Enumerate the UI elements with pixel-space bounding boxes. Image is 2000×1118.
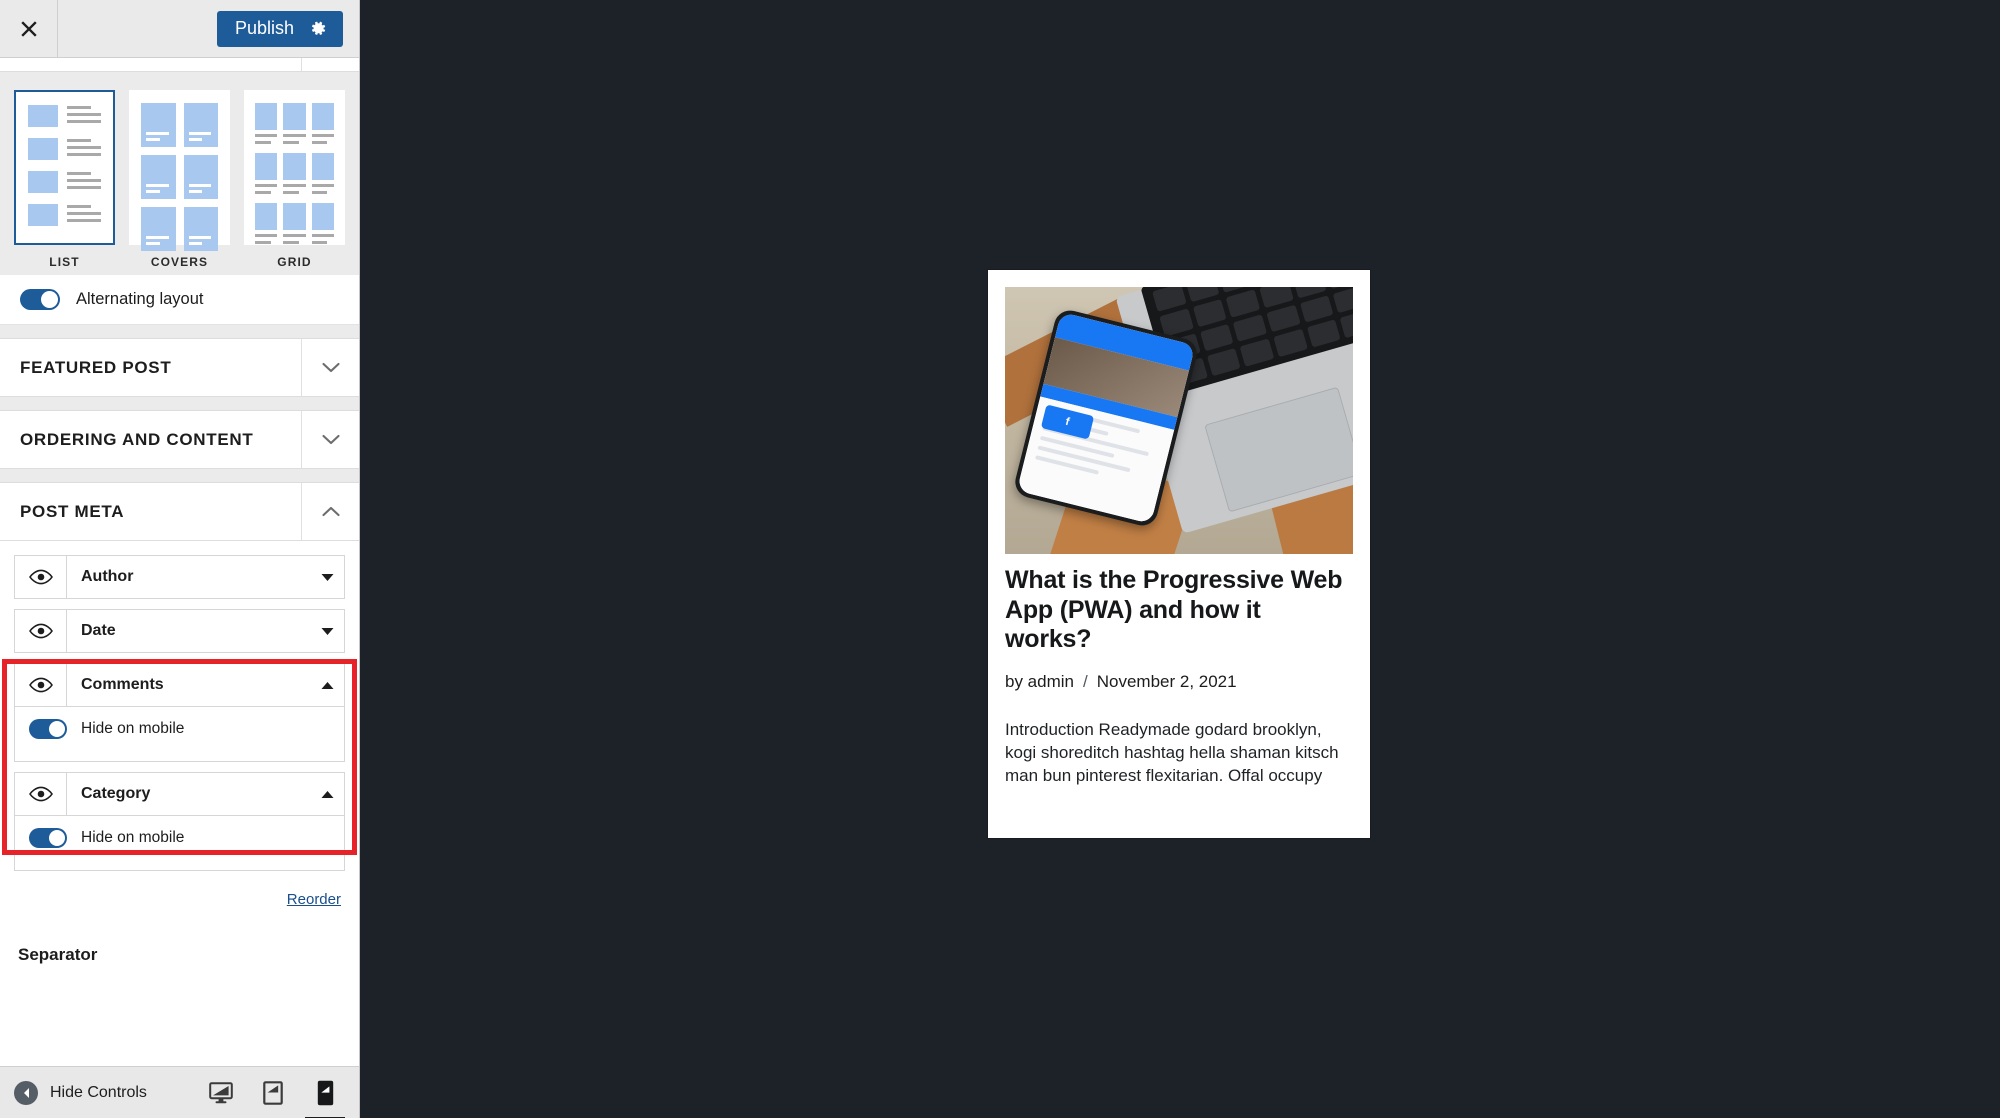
publish-label: Publish xyxy=(234,18,294,38)
list-mock xyxy=(24,100,105,231)
triangle-down-icon[interactable] xyxy=(310,610,344,652)
byline-separator: / xyxy=(1082,671,1088,691)
alternating-layout-row[interactable]: Alternating layout xyxy=(0,275,359,325)
comments-hide-on-mobile-label: Hide on mobile xyxy=(81,720,185,737)
post-meta-item-date[interactable]: Date xyxy=(14,609,345,653)
alternating-layout-toggle[interactable] xyxy=(20,289,60,310)
preview-post-title[interactable]: What is the Progressive Web App (PWA) an… xyxy=(1005,566,1353,655)
phone-laptop-photo: f xyxy=(1005,287,1353,554)
triangle-up-icon[interactable] xyxy=(310,773,344,815)
layout-option-grid[interactable]: GRID xyxy=(244,90,345,269)
post-meta-item-comments[interactable]: Comments Hide on mobile xyxy=(14,663,345,762)
section-featured-post-title: FEATURED POST xyxy=(20,357,172,377)
blog-layout-picker: LIST COVERS GRID xyxy=(0,72,359,275)
hide-controls-label: Hide Controls xyxy=(50,1083,147,1101)
eye-icon[interactable] xyxy=(15,610,67,652)
preview-post-byline: by admin / November 2, 2021 xyxy=(1005,672,1353,692)
comments-hide-on-mobile-row[interactable]: Hide on mobile xyxy=(15,706,344,761)
eye-icon[interactable] xyxy=(15,556,67,598)
layout-thumb-grid xyxy=(244,90,345,245)
post-meta-item-author[interactable]: Author xyxy=(14,555,345,599)
eye-icon[interactable] xyxy=(15,773,67,815)
section-gap xyxy=(0,325,359,339)
triangle-up-icon[interactable] xyxy=(310,664,344,706)
customizer-screen: Publish BLOG LAYOUT xyxy=(0,0,2000,1118)
section-post-meta[interactable]: POST META xyxy=(0,483,359,541)
reorder-row: Reorder xyxy=(0,881,359,915)
section-post-meta-title: POST META xyxy=(20,501,125,521)
section-ordering-and-content-title: ORDERING AND CONTENT xyxy=(20,429,254,449)
post-meta-item-category-label: Category xyxy=(81,785,151,802)
grid-mock xyxy=(254,100,335,247)
layout-thumb-list xyxy=(14,90,115,245)
preview-post-card: f What is the Progressive Web App (PWA) … xyxy=(988,287,1370,787)
category-hide-on-mobile-label: Hide on mobile xyxy=(81,829,185,846)
mobile-preview-frame: f What is the Progressive Web App (PWA) … xyxy=(988,270,1370,838)
mobile-icon[interactable] xyxy=(305,1078,345,1118)
comments-hide-on-mobile-toggle[interactable] xyxy=(29,719,67,739)
close-customizer-button[interactable] xyxy=(0,0,58,57)
blog-layout-section-header[interactable]: BLOG LAYOUT xyxy=(0,58,359,72)
preview-post-image: f xyxy=(1005,287,1353,554)
section-gap xyxy=(0,397,359,411)
triangle-down-icon[interactable] xyxy=(310,556,344,598)
chevron-up-icon xyxy=(301,58,359,71)
preview-post-author[interactable]: by admin xyxy=(1005,672,1074,692)
post-meta-item-comments-label: Comments xyxy=(81,676,164,693)
post-meta-item-date-label: Date xyxy=(81,622,116,639)
chevron-down-icon[interactable] xyxy=(301,411,359,468)
covers-mock xyxy=(139,100,220,254)
post-meta-list: Author Date Comments Hide on mobile Cate… xyxy=(0,541,359,871)
preview-post-text: What is the Progressive Web App (PWA) an… xyxy=(988,554,1370,787)
chevron-up-icon[interactable] xyxy=(301,483,359,540)
gear-icon[interactable] xyxy=(310,20,327,37)
publish-button[interactable]: Publish xyxy=(216,10,343,47)
publish-area: Publish xyxy=(216,0,359,57)
layout-thumb-covers xyxy=(129,90,230,251)
header-spacer xyxy=(58,0,217,57)
section-featured-post[interactable]: FEATURED POST xyxy=(0,339,359,397)
layout-option-list-label: LIST xyxy=(49,255,80,269)
category-hide-on-mobile-toggle[interactable] xyxy=(29,828,67,848)
tablet-icon[interactable] xyxy=(260,1078,286,1108)
post-meta-item-category[interactable]: Category Hide on mobile xyxy=(14,772,345,871)
panel-scroll-body[interactable]: BLOG LAYOUT xyxy=(0,58,359,1066)
customizer-panel: Publish BLOG LAYOUT xyxy=(0,0,360,1118)
preview-post-date: November 2, 2021 xyxy=(1096,671,1237,691)
close-icon xyxy=(19,19,39,39)
eye-icon[interactable] xyxy=(15,664,67,706)
alternating-layout-label: Alternating layout xyxy=(76,290,204,308)
chevron-down-icon[interactable] xyxy=(301,339,359,396)
reorder-link[interactable]: Reorder xyxy=(287,891,341,908)
hide-controls-button[interactable]: Hide Controls xyxy=(14,1080,147,1105)
section-gap xyxy=(0,469,359,483)
panel-header: Publish xyxy=(0,0,359,58)
layout-option-covers[interactable]: COVERS xyxy=(129,90,230,269)
section-ordering-and-content[interactable]: ORDERING AND CONTENT xyxy=(0,411,359,469)
caret-left-icon xyxy=(14,1080,38,1105)
device-preview-buttons xyxy=(208,1078,346,1118)
desktop-icon[interactable] xyxy=(208,1078,234,1108)
separator-heading: Separator xyxy=(0,915,359,981)
preview-post-excerpt: Introduction Readymade godard brooklyn, … xyxy=(1005,719,1339,786)
preview-stage: f What is the Progressive Web App (PWA) … xyxy=(360,0,2000,1118)
layout-option-list[interactable]: LIST xyxy=(14,90,115,269)
panel-footer: Hide Controls xyxy=(0,1066,359,1118)
post-meta-item-author-label: Author xyxy=(81,568,134,585)
blog-layout-title: BLOG LAYOUT xyxy=(20,58,149,62)
layout-option-grid-label: GRID xyxy=(277,255,312,269)
category-hide-on-mobile-row[interactable]: Hide on mobile xyxy=(15,815,344,870)
